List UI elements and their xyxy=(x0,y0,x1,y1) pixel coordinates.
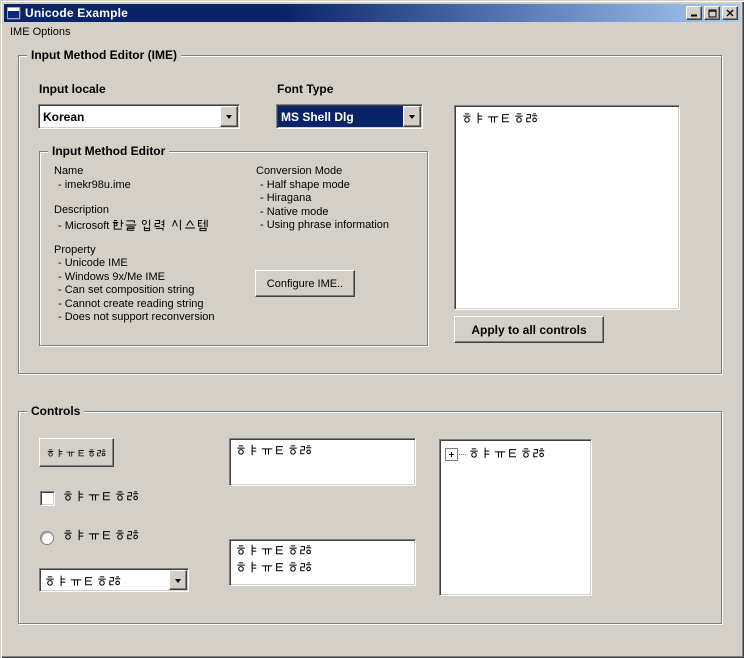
property-list: - Unicode IME- Windows 9x/Me IME- Can se… xyxy=(54,257,215,325)
app-icon xyxy=(7,7,21,20)
property-label: Property xyxy=(54,244,215,258)
edit1-line xyxy=(235,443,415,460)
description-label: Description xyxy=(54,204,215,218)
menu-ime-options[interactable]: IME Options xyxy=(4,25,77,39)
font-type-label: Font Type xyxy=(277,82,333,96)
configure-ime-button[interactable]: Configure IME.. xyxy=(255,270,355,297)
name-label: Name xyxy=(54,165,215,179)
conversion-list: - Half shape mode- Hiragana- Native mode… xyxy=(256,179,389,233)
minimize-icon xyxy=(690,9,698,17)
tree-connector xyxy=(459,454,466,455)
jamo-radio-label xyxy=(62,528,140,545)
font-type-combobox[interactable]: MS Shell Dlg xyxy=(276,104,423,129)
window: Unicode Example IME Options Input Method… xyxy=(0,0,744,658)
controls-group-title: Controls xyxy=(27,404,84,418)
tree-view[interactable] xyxy=(439,439,592,596)
jamo-checkbox-label xyxy=(62,489,140,506)
apply-all-button[interactable]: Apply to all controls xyxy=(454,316,604,343)
minimize-button[interactable] xyxy=(686,6,702,20)
font-type-value: MS Shell Dlg xyxy=(278,106,404,127)
jamo-button-label xyxy=(46,440,107,465)
input-locale-value: Korean xyxy=(43,108,219,126)
title-bar[interactable]: Unicode Example xyxy=(4,4,740,22)
info-line: - Half shape mode xyxy=(260,179,389,193)
jamo-combobox[interactable] xyxy=(39,568,189,592)
maximize-button[interactable] xyxy=(704,6,720,20)
window-title: Unicode Example xyxy=(25,6,128,20)
tree-node-label xyxy=(468,446,546,463)
ime-groupbox: Input Method Editor (IME) Input locale K… xyxy=(18,55,722,374)
input-locale-dropdown-button[interactable] xyxy=(220,106,238,127)
ime-preview-edit[interactable] xyxy=(454,105,680,310)
name-value: - imekr98u.ime xyxy=(54,179,215,193)
jamo-checkbox[interactable] xyxy=(40,491,55,506)
menu-bar: IME Options xyxy=(4,23,740,40)
jamo-button[interactable] xyxy=(39,438,114,467)
info-line: - Using phrase information xyxy=(260,219,389,233)
apply-all-label: Apply to all controls xyxy=(461,318,597,341)
jamo-combo-dropdown-button[interactable] xyxy=(169,570,187,590)
configure-ime-label: Configure IME.. xyxy=(262,272,348,295)
maximize-icon xyxy=(708,9,717,18)
info-line: - Cannot create reading string xyxy=(58,298,215,312)
info-line: - Does not support reconversion xyxy=(58,311,215,325)
edit2-line-2 xyxy=(235,560,415,577)
info-line: - Unicode IME xyxy=(58,257,215,271)
chevron-down-icon xyxy=(409,115,415,122)
close-button[interactable] xyxy=(722,6,738,20)
info-line: - Can set composition string xyxy=(58,284,215,298)
input-locale-combobox[interactable]: Korean xyxy=(38,104,240,129)
ime-details-left-column: Name - imekr98u.ime Description - Micros… xyxy=(54,165,215,325)
chevron-down-icon xyxy=(226,115,232,122)
jamo-radio[interactable] xyxy=(40,531,54,545)
info-line: - Hiragana xyxy=(260,192,389,206)
chevron-down-icon xyxy=(175,579,181,586)
ime-group-title: Input Method Editor (IME) xyxy=(27,48,181,62)
info-line: - Native mode xyxy=(260,206,389,220)
ime-details-right-column: Conversion Mode - Half shape mode- Hirag… xyxy=(256,165,389,233)
tree-node[interactable] xyxy=(440,440,591,463)
window-controls xyxy=(686,6,738,20)
info-line: - Windows 9x/Me IME xyxy=(58,271,215,285)
ime-details-groupbox: Input Method Editor Name - imekr98u.ime … xyxy=(39,151,428,346)
preview-text xyxy=(461,111,679,128)
conversion-label: Conversion Mode xyxy=(256,165,389,179)
ime-details-title: Input Method Editor xyxy=(48,144,169,158)
description-value: - Microsoft xyxy=(54,218,215,234)
font-type-dropdown-button[interactable] xyxy=(403,106,421,127)
edit2-line-1 xyxy=(235,543,415,560)
expand-plus-icon[interactable] xyxy=(445,448,458,461)
jamo-combo-value xyxy=(44,572,168,589)
input-locale-label: Input locale xyxy=(39,82,106,96)
controls-groupbox: Controls xyxy=(18,411,722,624)
edit-box-1[interactable] xyxy=(229,438,416,486)
edit-box-2[interactable] xyxy=(229,539,416,586)
close-icon xyxy=(726,9,734,17)
